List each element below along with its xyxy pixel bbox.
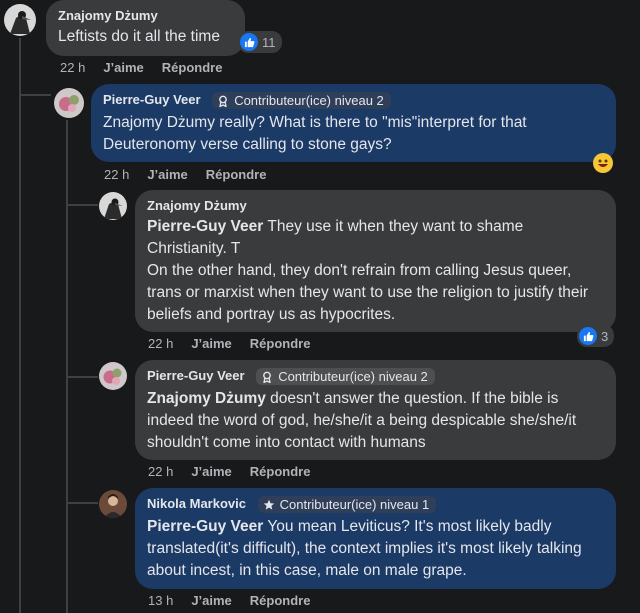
comment-actions: 22 h J’aime Répondre [60,60,222,75]
reply-button[interactable]: Répondre [250,464,311,479]
comment-time[interactable]: 22 h [60,60,85,75]
thread-line-root-curve [19,94,51,96]
star-icon [263,499,274,510]
comment-text: Pierre-Guy Veer You mean Leviticus? It's… [147,516,604,582]
avatar[interactable] [54,88,84,118]
award-ribbon-icon [219,95,228,107]
reaction-number: 3 [601,328,609,344]
comment-bubble: Pierre-Guy Veer Contributeur(ice) niveau… [135,360,616,460]
badge-label: Contributeur(ice) niveau 2 [234,93,384,109]
avatar[interactable] [4,4,36,36]
comment-time[interactable]: 13 h [148,593,173,608]
like-button[interactable]: J’aime [191,464,231,479]
thread-line-sub-branch2 [66,376,98,378]
badge-label: Contributeur(ice) niveau 1 [279,497,430,513]
comment-text: Pierre-Guy Veer They use it when they wa… [147,216,604,326]
comment-text: Znajomy Dżumy doesn't answer the questio… [147,388,604,454]
reaction-count[interactable]: 3 [577,325,615,347]
thread-line-sub [66,120,68,613]
comment-actions: 22 h J’aime Répondre [148,336,310,351]
like-button[interactable]: J’aime [191,336,231,351]
avatar[interactable] [99,362,127,390]
mention-link[interactable]: Pierre-Guy Veer [147,518,263,535]
thread-line-sub-branch1 [66,204,98,206]
comment-text-line2: On the other hand, they don't refrain fr… [147,262,589,323]
grinning-emoji-icon[interactable] [593,153,613,173]
mention-link[interactable]: Znajomy Dżumy [147,390,266,407]
comment-author[interactable]: Pierre-Guy Veer [103,92,201,107]
comment-text: Leftists do it all the time [58,28,220,45]
comment-bubble: Znajomy Dżumy Pierre-Guy Veer They use i… [135,190,616,332]
comment-author[interactable]: Znajomy Dżumy [147,198,604,213]
comment-header: Pierre-Guy Veer Contributeur(ice) niveau… [103,92,604,110]
avatar[interactable] [99,192,127,220]
thumbs-up-icon [240,33,258,51]
reaction-count[interactable]: 11 [238,31,282,53]
reaction-number: 11 [262,34,276,50]
thumbs-up-icon [579,327,597,345]
like-button[interactable]: J’aime [191,593,231,608]
like-button[interactable]: J’aime [147,167,187,182]
comment-time[interactable]: 22 h [148,464,173,479]
comment-bubble-highlighted: Nikola Markovic Contributeur(ice) niveau… [135,488,616,589]
avatar[interactable] [99,490,127,518]
thread-line-sub-branch3 [66,502,98,504]
comment-author[interactable]: Znajomy Dżumy [58,8,233,23]
reply-button[interactable]: Répondre [250,593,311,608]
comment-text: Znajomy Dżumy really? What is there to "… [103,114,527,154]
comment-actions: 22 h J’aime Répondre [104,167,266,182]
comment-bubble-highlighted: Pierre-Guy Veer Contributeur(ice) niveau… [91,84,616,162]
comment-actions: 13 h J’aime Répondre [148,593,310,608]
comment-header: Nikola Markovic Contributeur(ice) niveau… [147,496,604,514]
thread-line-root [19,38,21,96]
comment-time[interactable]: 22 h [104,167,129,182]
badge-label: Contributeur(ice) niveau 2 [278,369,428,385]
like-button[interactable]: J’aime [103,60,143,75]
comment-time[interactable]: 22 h [148,336,173,351]
reply-button[interactable]: Répondre [250,336,311,351]
comment-author[interactable]: Pierre-Guy Veer [147,368,245,383]
comment-bubble: Znajomy Dżumy Leftists do it all the tim… [46,0,245,56]
comment-author[interactable]: Nikola Markovic [147,496,246,511]
thread-line-main [19,96,21,613]
contributor-badge[interactable]: Contributeur(ice) niveau 2 [256,368,435,386]
reply-button[interactable]: Répondre [206,167,267,182]
comment-header: Pierre-Guy Veer Contributeur(ice) niveau… [147,368,604,386]
award-ribbon-icon [263,371,272,383]
mention-link[interactable]: Pierre-Guy Veer [147,218,263,235]
reply-button[interactable]: Répondre [162,60,223,75]
comment-actions: 22 h J’aime Répondre [148,464,310,479]
contributor-badge[interactable]: Contributeur(ice) niveau 1 [257,496,437,514]
contributor-badge[interactable]: Contributeur(ice) niveau 2 [212,92,391,110]
